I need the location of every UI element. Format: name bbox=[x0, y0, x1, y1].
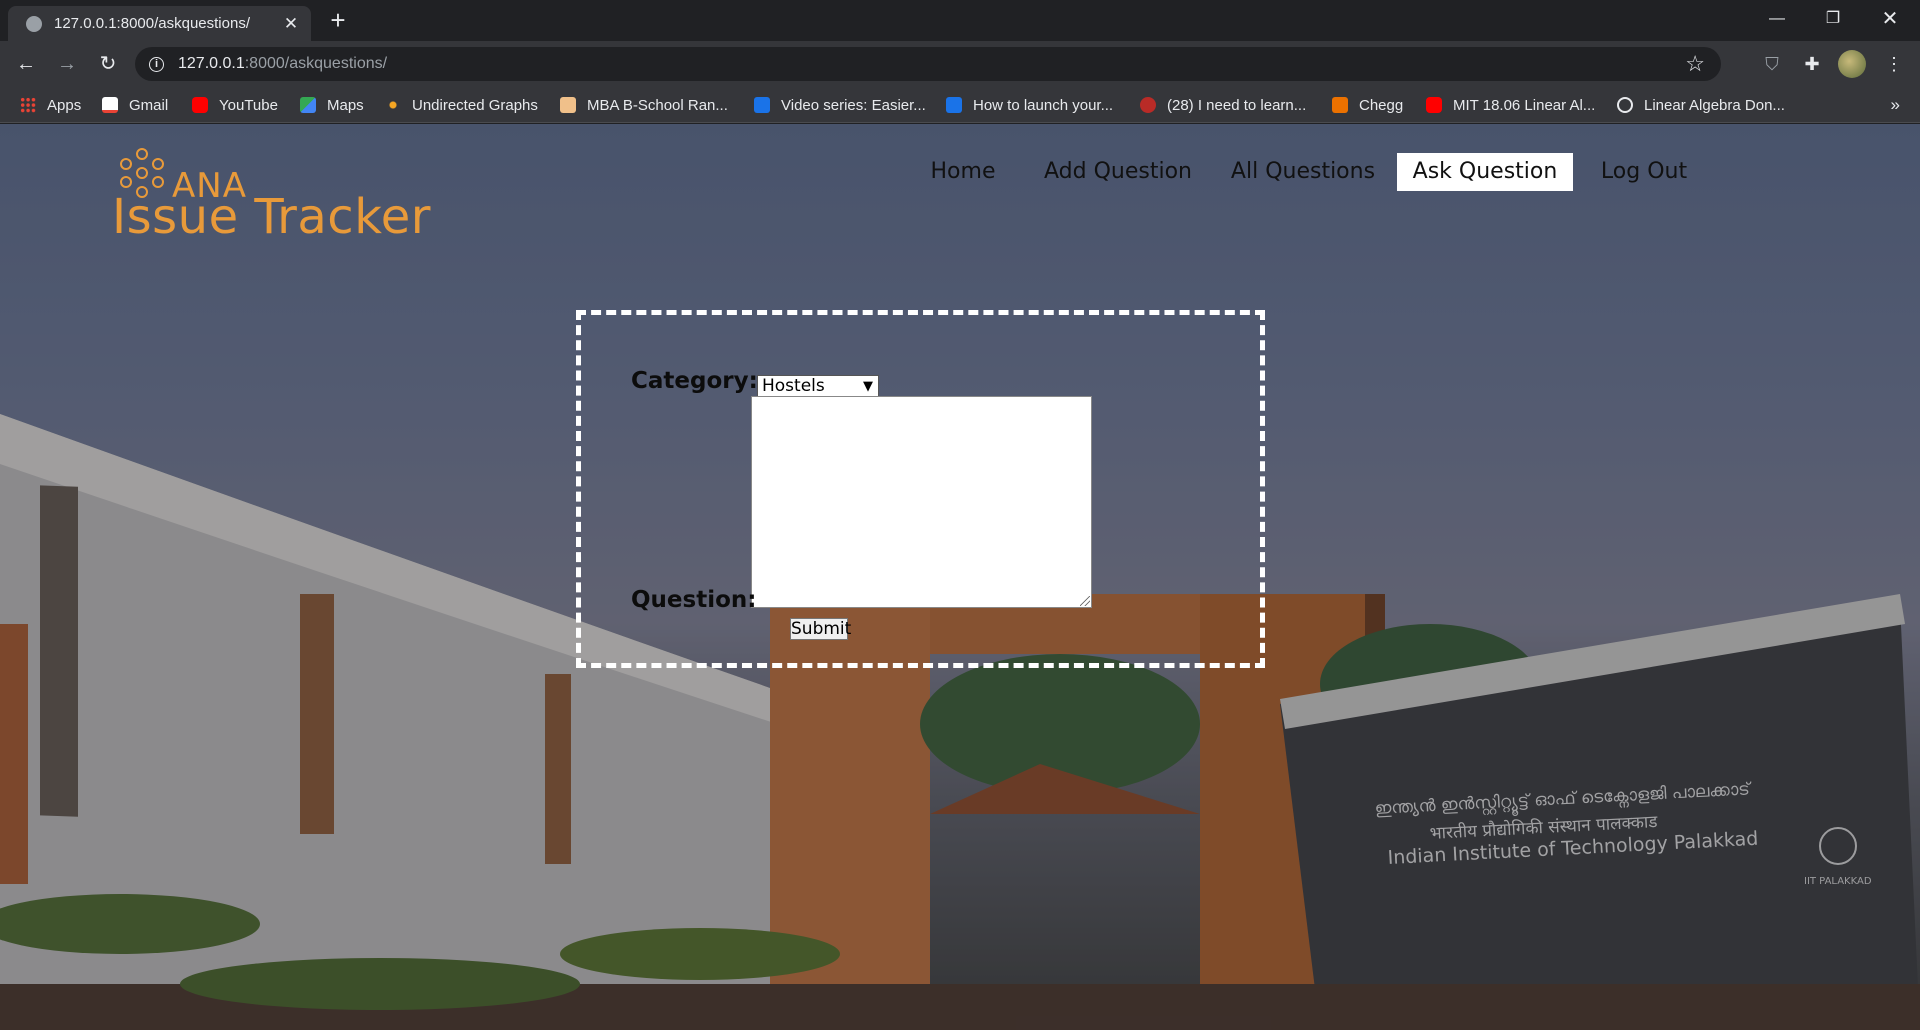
bookmark-quora[interactable]: (28) I need to learn... bbox=[1140, 87, 1306, 123]
nav-ask-question[interactable]: Ask Question bbox=[1397, 153, 1573, 191]
back-button[interactable]: ← bbox=[12, 50, 40, 78]
question-label: Question: bbox=[631, 587, 757, 613]
bookmark-linear-algebra[interactable]: Linear Algebra Don... bbox=[1617, 87, 1785, 123]
globe-icon bbox=[26, 15, 42, 32]
new-tab-button[interactable]: + bbox=[324, 6, 352, 34]
maps-icon bbox=[300, 97, 316, 113]
category-selected-value: Hostels bbox=[762, 376, 825, 396]
bookmark-apps[interactable]: Apps bbox=[20, 87, 81, 123]
nav-home[interactable]: Home bbox=[918, 153, 1008, 191]
category-select[interactable]: Hostels ▼ bbox=[757, 375, 879, 398]
resize-grip-icon[interactable] bbox=[1080, 596, 1090, 606]
browser-tab[interactable]: 127.0.0.1:8000/askquestions/ ✕ bbox=[8, 6, 311, 41]
forward-button[interactable]: → bbox=[53, 50, 81, 78]
bookmark-mit-linear[interactable]: MIT 18.06 Linear Al... bbox=[1426, 87, 1595, 123]
close-tab-icon[interactable]: ✕ bbox=[281, 14, 301, 34]
browser-toolbar: ← → ↻ i 127.0.0.1 :8000/askquestions/ ☆ … bbox=[0, 41, 1920, 87]
gmail-icon bbox=[102, 97, 118, 113]
bookmark-mba[interactable]: MBA B-School Ran... bbox=[560, 87, 728, 123]
bookmark-maps[interactable]: Maps bbox=[300, 87, 364, 123]
reload-button[interactable]: ↻ bbox=[94, 50, 122, 78]
restore-button[interactable]: ❐ bbox=[1805, 0, 1861, 38]
close-window-button[interactable]: ✕ bbox=[1862, 0, 1918, 38]
ask-question-form: Category: Hostels ▼ Question: Submit bbox=[576, 310, 1265, 668]
graph-icon bbox=[385, 97, 401, 113]
extensions-puzzle-icon[interactable]: ✚ bbox=[1799, 51, 1825, 77]
nav-add-question[interactable]: Add Question bbox=[1038, 153, 1198, 191]
bookmark-undirected-graphs[interactable]: Undirected Graphs bbox=[385, 87, 538, 123]
browser-menu-icon[interactable]: ⋮ bbox=[1881, 51, 1907, 77]
bookmark-gmail[interactable]: Gmail bbox=[102, 87, 168, 123]
url-path: :8000/askquestions/ bbox=[244, 55, 388, 72]
chevron-down-icon: ▼ bbox=[863, 379, 873, 394]
category-label: Category: bbox=[631, 368, 758, 394]
shield-extension-icon[interactable]: ⛉ bbox=[1759, 51, 1785, 77]
nav-all-questions[interactable]: All Questions bbox=[1228, 153, 1378, 191]
bookmark-how-to-launch[interactable]: How to launch your... bbox=[946, 87, 1113, 123]
site-info-icon[interactable]: i bbox=[149, 56, 164, 72]
doc-icon bbox=[946, 97, 962, 113]
more-bookmarks-chevron-icon[interactable]: » bbox=[1891, 87, 1900, 123]
tab-title: 127.0.0.1:8000/askquestions/ bbox=[54, 15, 250, 32]
submit-button[interactable]: Submit bbox=[790, 618, 851, 640]
youtube-icon bbox=[192, 97, 208, 113]
question-textarea[interactable] bbox=[751, 396, 1092, 608]
logo-title-text: Issue Tracker bbox=[112, 189, 432, 245]
profile-avatar[interactable] bbox=[1838, 50, 1866, 78]
bookmark-chegg[interactable]: Chegg bbox=[1332, 87, 1403, 123]
minimize-button[interactable]: — bbox=[1749, 0, 1805, 38]
site-logo[interactable]: ANA Issue Tracker bbox=[112, 144, 472, 245]
url-host: 127.0.0.1 bbox=[178, 55, 245, 72]
quora-icon bbox=[1140, 97, 1156, 113]
doc-icon bbox=[754, 97, 770, 113]
apps-grid-icon bbox=[20, 97, 36, 113]
page-viewport: ഇന്ത്യൻ ഇൻസ്റ്റിറ്റ്യൂട്ട് ഓഫ് ടെക്നോളജി… bbox=[0, 124, 1920, 1030]
chegg-icon bbox=[1332, 97, 1348, 113]
bookmark-star-icon[interactable]: ☆ bbox=[1685, 51, 1705, 77]
youtube-icon bbox=[1426, 97, 1442, 113]
bookmark-video-series[interactable]: Video series: Easier... bbox=[754, 87, 926, 123]
tab-strip: 127.0.0.1:8000/askquestions/ ✕ + — ❐ ✕ bbox=[0, 0, 1920, 41]
bookmark-youtube[interactable]: YouTube bbox=[192, 87, 278, 123]
globe-icon bbox=[1617, 97, 1633, 113]
bookmarks-bar: Apps Gmail YouTube Maps Undirected Graph… bbox=[0, 87, 1920, 123]
page-icon bbox=[560, 97, 576, 113]
address-bar[interactable]: i 127.0.0.1 :8000/askquestions/ ☆ bbox=[135, 47, 1721, 81]
nav-log-out[interactable]: Log Out bbox=[1594, 153, 1694, 191]
